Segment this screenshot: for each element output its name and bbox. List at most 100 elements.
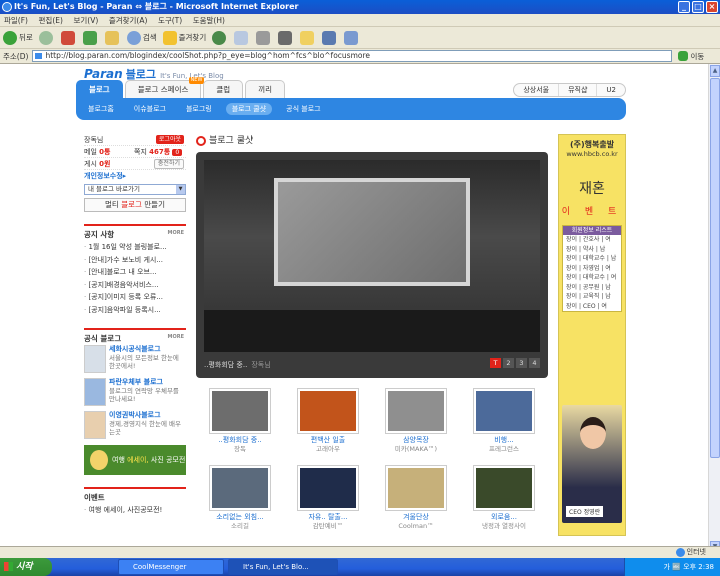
forward-button[interactable] [38, 30, 55, 46]
logout-button[interactable]: 로그아웃 [155, 135, 184, 144]
vertical-scrollbar[interactable]: ▲ ▼ [708, 64, 720, 554]
thumbnail-item[interactable]: 삼양목장 미카(MAKA™) [372, 388, 460, 453]
menu-file[interactable]: 파일(F) [4, 16, 28, 25]
thumbnail-image[interactable] [297, 388, 359, 434]
thumbnail-image[interactable] [209, 388, 271, 434]
close-button[interactable]: × [706, 1, 718, 13]
ad-row: 장이 | 자영업 | 여 [566, 264, 611, 272]
subnav-cool-shot[interactable]: 블로그 쿨샷 [225, 103, 273, 115]
thumbnail-image[interactable] [473, 465, 535, 511]
maximize-button[interactable]: □ [692, 1, 704, 13]
ime-indicator[interactable]: 가 🔤 [664, 563, 681, 571]
link-u2[interactable]: U2 [596, 84, 625, 96]
login-box: 장독님 로그아웃 메일 0통 쪽지 467통 0 게시 0원 충전하기 개인정보수정▸… [84, 134, 186, 212]
notice-more-link[interactable]: MORE [168, 230, 185, 236]
sub-nav: 블로그홈 이슈블로그 블로그링 블로그 쿨샷 공식 블로그 [76, 98, 626, 120]
official-blog-item[interactable]: 이영권박사블로그 경제,경영지식 한눈에 배우는곳 [84, 411, 186, 439]
history-button[interactable] [212, 30, 228, 46]
notice-item[interactable]: [공지]배경음악서비스... [84, 279, 186, 292]
minimize-button[interactable]: _ [678, 1, 690, 13]
subnav-official-blog[interactable]: 공식 블로그 [286, 104, 320, 114]
link-music-shop[interactable]: 뮤직샵 [558, 84, 596, 96]
thumbnail-image[interactable] [385, 465, 447, 511]
mail-button[interactable] [234, 30, 250, 46]
thumbnail-image[interactable] [209, 465, 271, 511]
favorites-button[interactable]: 즐겨찾기 [162, 30, 206, 46]
go-button[interactable]: 이동 [678, 51, 704, 62]
menu-view[interactable]: 보기(V) [73, 16, 98, 25]
notice-item[interactable]: 1월 16일 약성 블링블로... [84, 241, 186, 254]
thumbnail-author: 미카(MAKA™) [394, 445, 438, 453]
official-blog-item[interactable]: 세화시공식블로그 서울시의 모든정보 한눈에 한곳에서! [84, 345, 186, 373]
ad-row: 장이 | 대학교수 | 남 [566, 255, 617, 262]
thumbnail-item[interactable]: 편백산 일출 고래아우 [284, 388, 372, 453]
thumbnail-item[interactable]: 자유.. 탈출... 감탄예비™ [284, 465, 372, 530]
official-more-link[interactable]: MORE [168, 334, 185, 340]
mail-link[interactable]: 메일 0통 [84, 148, 110, 156]
thumbnail-item[interactable]: 소리없는 외침... 소리길 [196, 465, 284, 530]
scroll-thumb[interactable] [710, 78, 720, 458]
task-ie-window[interactable]: It's Fun, Let's Blo... [228, 559, 338, 575]
notice-item[interactable]: [안내]가수 보노비 게시... [84, 254, 186, 267]
stop-button[interactable] [60, 30, 77, 46]
featured-photo[interactable] [204, 160, 540, 352]
thumbnail-title[interactable]: 편백산 일출 [284, 436, 372, 445]
print-button[interactable] [256, 30, 272, 46]
notice-item[interactable]: [안내]블로그 내 오브... [84, 266, 186, 279]
note-link[interactable]: 쪽지 467통 0 [134, 146, 183, 158]
menu-tools[interactable]: 도구(T) [158, 16, 182, 25]
essay-contest-banner[interactable]: 여행 에세이, 사진 공모전 [84, 445, 186, 475]
edit-profile-link[interactable]: 개인정보수정▸ [84, 172, 126, 180]
thumbnail-item[interactable]: 외로움... 냉정과 열정사이 [460, 465, 548, 530]
pager-button[interactable]: T [490, 358, 501, 368]
thumbnail-title[interactable]: 겨울단상 [372, 513, 460, 522]
menu-edit[interactable]: 편집(E) [39, 16, 63, 25]
thumbnail-image[interactable] [297, 465, 359, 511]
charge-button[interactable]: 충전하기 [153, 159, 184, 169]
thumbnail-title[interactable]: 외로움... [460, 513, 548, 522]
tab-club[interactable]: 클럽 [203, 80, 244, 98]
address-input[interactable]: http://blog.paran.com/blogindex/coolShot… [32, 50, 673, 62]
thumbnail-title[interactable]: ..평화회담 중.. [196, 436, 284, 445]
thumbnail-image[interactable] [385, 388, 447, 434]
home-button[interactable] [104, 30, 121, 46]
tool-button-1[interactable] [322, 30, 338, 46]
search-button[interactable]: 검색 [126, 30, 157, 46]
thumbnail-title[interactable]: 비행... [460, 436, 548, 445]
official-blog-item[interactable]: 파란우체부 블로그 블로그의 연락망 우체부를 만나세요! [84, 378, 186, 406]
back-button[interactable]: 뒤로 [3, 30, 33, 46]
link-sangsang-seoul[interactable]: 상상서울 [514, 84, 558, 96]
notice-item[interactable]: [공지]이미지 등록 오류... [84, 291, 186, 304]
subnav-blog-home[interactable]: 블로그홈 [88, 104, 114, 114]
folder-button[interactable] [300, 30, 316, 46]
tab-kkiri[interactable]: 끼리 [245, 80, 286, 98]
side-ad-banner[interactable]: (주)행복출발 www.hbcb.co.kr 재혼 이 벤 트 회원정보 리스트… [558, 134, 626, 536]
notice-item[interactable]: [공지]음악파일 등록시... [84, 304, 186, 317]
pager-button[interactable]: 4 [529, 358, 540, 368]
tool-button-2[interactable] [344, 30, 360, 46]
task-coolmessenger[interactable]: CoolMessenger [118, 559, 224, 575]
scroll-up-icon[interactable]: ▲ [710, 65, 720, 77]
tab-blog-space[interactable]: 블로그 스페이스 NEW [124, 77, 205, 98]
subnav-issue-blog[interactable]: 이슈블로그 [134, 104, 166, 114]
tab-blog[interactable]: 블로그 [76, 80, 123, 98]
thumbnail-item[interactable]: 겨울단상 Coolman™ [372, 465, 460, 530]
thumbnail-image[interactable] [473, 388, 535, 434]
thumbnail-title[interactable]: 자유.. 탈출... [284, 513, 372, 522]
event-item[interactable]: 여행 에세이, 사진공모전! [84, 504, 186, 517]
thumbnail-item[interactable]: 비행... 프레그런스 [460, 388, 548, 453]
thumbnail-title[interactable]: 소리없는 외침... [196, 513, 284, 522]
refresh-button[interactable] [82, 30, 99, 46]
pager-button[interactable]: 3 [516, 358, 527, 368]
thumbnail-item[interactable]: ..평화회담 중.. 장독 [196, 388, 284, 453]
thumbnail-title[interactable]: 삼양목장 [372, 436, 460, 445]
my-blog-select[interactable]: 내 블로그 바로가기 [84, 184, 186, 195]
menu-help[interactable]: 도움말(H) [193, 16, 225, 25]
start-button[interactable]: 시작 [0, 558, 52, 576]
make-multi-blog-button[interactable]: 멀티 블로그 만들기 [84, 198, 186, 212]
edit-button[interactable] [278, 30, 294, 46]
menu-favorites[interactable]: 즐겨찾기(A) [109, 16, 148, 25]
subnav-blog-ring[interactable]: 블로그링 [186, 104, 212, 114]
pager-button[interactable]: 2 [503, 358, 514, 368]
title-bar[interactable]: It's Fun, Let's Blog - Paran ⇔ 블로그 - Mic… [0, 0, 720, 14]
